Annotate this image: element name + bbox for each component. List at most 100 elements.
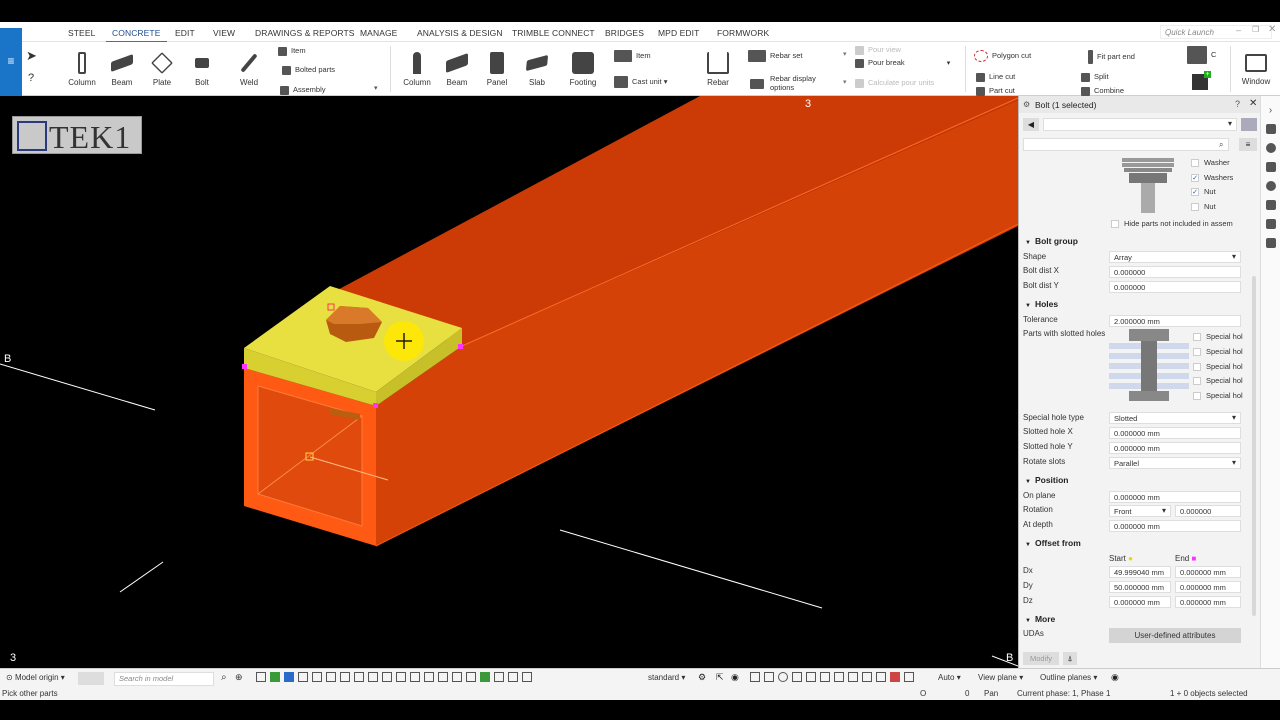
rotation-input[interactable]: 0.000000 [1175,505,1241,517]
checkbox[interactable] [1193,333,1201,342]
list-icon[interactable]: ≡ [1239,138,1257,151]
gear-icon[interactable] [1265,181,1276,191]
select-icon[interactable] [750,672,760,682]
rotate-slots-dropdown[interactable]: Parallel [1109,457,1241,469]
snap-icon[interactable] [522,672,532,682]
tab-steel[interactable]: STEEL [68,28,95,38]
slotted-hole-y-input[interactable]: 0.000000 mm [1109,442,1241,454]
at-depth-input[interactable]: 0.000000 mm [1109,520,1241,532]
concrete-column-button[interactable]: Column [401,52,433,87]
snap-icon[interactable] [480,672,490,682]
select-icon[interactable] [778,672,788,682]
back-icon[interactable]: ◀ [1023,118,1039,131]
offset-section[interactable]: Offset from [1025,538,1081,548]
snap-icon[interactable] [466,672,476,682]
checkbox[interactable] [1193,392,1201,401]
close-panel-icon[interactable]: ✕ [1249,98,1257,109]
chevron-down-icon[interactable]: ▾ [843,78,847,86]
tab-drawings-reports[interactable]: DRAWINGS & REPORTS [255,28,355,38]
on-plane-input[interactable]: 0.000000 mm [1109,491,1241,503]
nut2-checkbox[interactable]: Nut [1191,202,1216,212]
snap-icon[interactable] [452,672,462,682]
part-cut-button[interactable]: Part cut [976,86,1015,96]
auto-dropdown[interactable]: Auto ▾ [938,673,961,682]
help-cursor-icon[interactable]: ? [28,72,34,84]
bolted-parts-button[interactable]: Bolted parts [282,65,335,75]
washers-checkbox[interactable]: ✓ Washers [1191,173,1233,183]
checkbox-checked[interactable]: ✓ [1191,188,1199,197]
minimize-icon[interactable]: – [1236,25,1241,35]
position-section[interactable]: Position [1025,475,1069,485]
search-icon[interactable]: ⌕ [221,672,227,683]
snap-icon[interactable] [382,672,392,682]
select-icon[interactable] [806,672,816,682]
tab-manage[interactable]: MANAGE [360,28,397,38]
select-icon[interactable] [764,672,774,682]
snap-icon[interactable] [368,672,378,682]
snap-icon[interactable] [396,672,406,682]
shape-dropdown[interactable]: Array [1109,251,1241,263]
snap-icon[interactable] [410,672,420,682]
rebar-button[interactable]: Rebar [702,52,734,87]
weld-button[interactable]: Weld [233,52,265,87]
select-icon[interactable] [890,672,900,682]
dy-end-input[interactable]: 0.000000 mm [1175,581,1241,593]
panel-button[interactable]: Panel [481,52,513,87]
concrete-beam-button[interactable]: Beam [441,52,473,87]
checkbox[interactable] [1193,363,1201,372]
chevron-down-icon[interactable]: ▾ [374,84,378,92]
washer-checkbox[interactable]: Washer [1191,158,1230,168]
snap-icon[interactable] [508,672,518,682]
handle[interactable] [242,364,247,369]
special-hole-checkbox[interactable]: Special hol [1193,347,1243,357]
checkbox[interactable] [1111,220,1119,229]
snap-icon[interactable] [326,672,336,682]
polygon-cut-button[interactable]: Polygon cut [974,50,1031,62]
steel-item-button[interactable]: Item [278,46,306,56]
globe-icon[interactable] [1265,143,1276,153]
c-button[interactable]: C [1187,46,1216,64]
eye-icon[interactable]: ◉ [1111,672,1119,683]
coordinate-toggle[interactable] [78,672,104,685]
nut-checkbox[interactable]: ✓ Nut [1191,187,1216,197]
checkbox[interactable] [1193,377,1201,386]
rotation-dropdown[interactable]: Front [1109,505,1171,517]
slotted-hole-x-input[interactable]: 0.000000 mm [1109,427,1241,439]
model-origin-dropdown[interactable]: ⊙ Model origin ▾ [6,673,65,682]
model-3d-view[interactable] [0,96,1018,668]
rebar-set-button[interactable]: Rebar set [748,50,803,62]
snap-icon[interactable] [438,672,448,682]
assembly-button[interactable]: Assembly [280,85,326,95]
steel-column-button[interactable]: Column [66,52,98,87]
expand-icon[interactable]: › [1261,105,1280,116]
rebar-display-options-button[interactable]: Rebar display options [750,74,830,92]
tab-bridges[interactable]: BRIDGES [605,28,644,38]
special-hole-checkbox[interactable]: Special hol [1193,332,1243,342]
restore-icon[interactable]: ❐ [1252,25,1259,34]
checkbox[interactable] [1191,203,1199,212]
dz-end-input[interactable]: 0.000000 mm [1175,596,1241,608]
select-icon[interactable] [904,672,914,682]
dz-start-input[interactable]: 0.000000 mm [1109,596,1171,608]
pick-icon[interactable]: ⍋ [1063,652,1077,665]
pointer-icon[interactable]: ⇱ [716,672,724,683]
bolt-button[interactable]: Bolt [186,52,218,87]
holes-section[interactable]: Holes [1025,299,1058,309]
snap-icon[interactable] [284,672,294,682]
snap-icon[interactable] [340,672,350,682]
tolerance-input[interactable]: 2.000000 mm [1109,315,1241,327]
pour-break-button[interactable]: Pour break ▾ [855,58,950,68]
cloud-icon[interactable] [1265,162,1276,172]
settings-icon[interactable]: ⚙ [698,672,706,683]
cast-unit-button[interactable]: Cast unit ▾ [614,76,667,88]
user-defined-attributes-button[interactable]: User-defined attributes [1109,628,1241,643]
concrete-item-button[interactable]: Item [614,50,651,62]
pour-view-button[interactable]: Pour view [855,45,901,55]
dy-start-input[interactable]: 50.000000 mm [1109,581,1171,593]
fit-part-end-button[interactable]: Fit part end [1088,50,1135,64]
steel-plate-button[interactable]: Plate [146,52,178,87]
bolt-group-section[interactable]: Bolt group [1025,236,1078,246]
hide-parts-checkbox[interactable]: Hide parts not included in assem [1111,219,1233,229]
select-arrow-icon[interactable]: ➤ [26,48,37,64]
special-hole-checkbox[interactable]: Special hol [1193,376,1243,386]
